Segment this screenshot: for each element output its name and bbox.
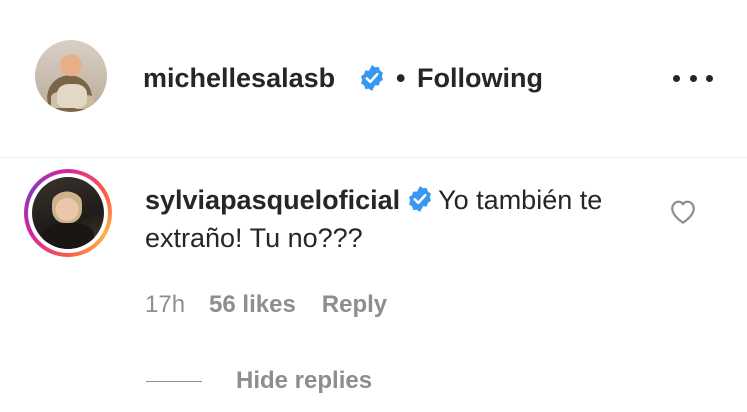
replies-divider: [146, 381, 202, 382]
comment-author-username[interactable]: sylviapasqueloficial: [145, 185, 400, 215]
more-dot: [706, 74, 713, 82]
comment-author-avatar[interactable]: [32, 177, 104, 249]
header-separator: •: [396, 63, 406, 93]
comment-author-avatar-story-ring[interactable]: [24, 169, 112, 257]
verified-badge-icon: [361, 65, 383, 91]
comment-likes-count[interactable]: 56 likes: [209, 290, 296, 320]
more-dot: [673, 74, 680, 82]
verified-badge-icon: [409, 186, 432, 212]
post-header: michellesalasb • Following: [0, 0, 747, 158]
more-dot: [689, 74, 697, 82]
comment-timestamp[interactable]: 17h: [145, 290, 185, 320]
comment-meta: 17h 56 likes Reply: [145, 290, 387, 320]
heart-icon[interactable]: [668, 197, 698, 225]
post-author-username[interactable]: michellesalasb: [143, 62, 335, 94]
post-author-avatar[interactable]: [35, 40, 107, 112]
following-button[interactable]: Following: [417, 62, 543, 94]
reply-button[interactable]: Reply: [322, 290, 387, 320]
more-options-icon[interactable]: [673, 64, 713, 92]
hide-replies-button[interactable]: Hide replies: [236, 366, 372, 396]
comment-body: sylviapasqueloficial Yo también te extra…: [145, 181, 645, 257]
